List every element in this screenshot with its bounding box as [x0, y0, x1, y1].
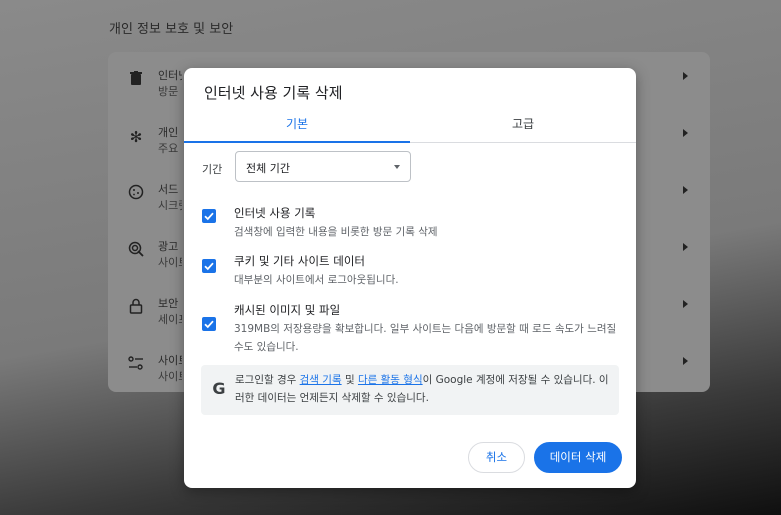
- settings-row-subtitle: 시크릿 모드에서 서드 파티 쿠키가 차단됨: [158, 199, 182, 212]
- chevron-right-icon: [683, 186, 688, 194]
- privacy-guide-icon: ✻: [129, 128, 143, 146]
- browsing-history-title: 인터넷 사용 기록: [234, 206, 316, 220]
- time-range-label: 기간: [202, 163, 223, 176]
- tab-advanced-label: 고급: [511, 117, 535, 131]
- settings-row-title: 개인 정보 보호 가이드: [158, 126, 182, 139]
- check-icon: [204, 212, 214, 221]
- browsing-history-checkbox[interactable]: [202, 209, 216, 223]
- cookies-checkbox[interactable]: [202, 259, 216, 273]
- settings-row-title: 서드 파티 쿠키: [158, 183, 182, 196]
- cookie-icon: [126, 184, 146, 204]
- tab-indicator: [184, 141, 410, 143]
- settings-row-title: 보안: [158, 297, 179, 310]
- notice-text-middle: 및: [341, 374, 358, 386]
- chevron-right-icon: [683, 72, 688, 80]
- settings-row-subtitle: 사이트에서 광고를 게재하는 데 사용하는 정보를 맞춤설정합니다: [158, 256, 182, 269]
- notice-text-before: 로그인할 경우: [235, 374, 300, 386]
- settings-row-subtitle: 세이프 브라우징 및 기타 보안 설정: [158, 313, 182, 326]
- chevron-right-icon: [683, 129, 688, 137]
- other-activity-link[interactable]: 다른 활동 형식: [358, 374, 423, 386]
- tab-advanced[interactable]: 고급: [410, 112, 636, 142]
- notice-text: 로그인할 경우 검색 기록 및 다른 활동 형식이 Google 계정에 저장될…: [235, 371, 613, 407]
- tune-icon: [126, 355, 146, 375]
- check-icon: [204, 262, 214, 271]
- search-history-link[interactable]: 검색 기록: [300, 374, 342, 386]
- google-icon: G: [212, 379, 226, 398]
- chevron-right-icon: [683, 300, 688, 308]
- settings-row-subtitle: 사이트에서 사용하고 표시할 수 있는 정보 제어: [158, 370, 182, 383]
- tab-basic[interactable]: 기본: [184, 112, 410, 143]
- trash-icon: [126, 70, 146, 90]
- chevron-right-icon: [683, 357, 688, 365]
- time-range-value: 전체 기간: [246, 162, 290, 175]
- google-account-notice: G 로그인할 경우 검색 기록 및 다른 활동 형식이 Google 계정에 저…: [201, 365, 619, 415]
- cancel-button[interactable]: 취소: [468, 442, 525, 473]
- dialog-tabs: 기본 고급: [184, 112, 636, 143]
- browsing-history-description: 검색창에 입력한 내용을 비롯한 방문 기록 삭제: [234, 226, 438, 238]
- ad-privacy-icon: [126, 241, 146, 261]
- time-range-select[interactable]: 전체 기간: [235, 151, 411, 182]
- clear-browsing-data-dialog: 인터넷 사용 기록 삭제 기본 고급 기간 전체 기간 인터넷 사용 기록 검색…: [184, 68, 636, 488]
- cached-images-title: 캐시된 이미지 및 파일: [234, 303, 341, 317]
- settings-row-title: 사이트 설정: [158, 354, 182, 367]
- settings-row-title: 광고 개인 정보 보호: [158, 240, 182, 253]
- check-icon: [204, 320, 214, 329]
- cached-images-checkbox[interactable]: [202, 317, 216, 331]
- settings-row-title: 인터넷 사용 기록 삭제: [158, 69, 182, 82]
- settings-row-subtitle: 주요 개인 정보 보호 및 보안 관리 검토: [158, 142, 182, 155]
- cookies-title: 쿠키 및 기타 사이트 데이터: [234, 254, 366, 268]
- tab-basic-label: 기본: [285, 117, 309, 131]
- cookies-description: 대부분의 사이트에서 로그아웃됩니다.: [234, 274, 399, 286]
- chevron-right-icon: [683, 243, 688, 251]
- dialog-title: 인터넷 사용 기록 삭제: [204, 84, 343, 102]
- lock-icon: [126, 298, 146, 318]
- settings-section-title: 개인 정보 보호 및 보안: [109, 22, 234, 37]
- dropdown-arrow-icon: [394, 165, 400, 169]
- settings-row-subtitle: 방문 기록, 쿠키, 캐시 등 삭제: [158, 85, 182, 98]
- cached-images-description: 319MB의 저장용량을 확보합니다. 일부 사이트는 다음에 방문할 때 로드…: [234, 323, 617, 353]
- clear-data-button[interactable]: 데이터 삭제: [534, 442, 622, 473]
